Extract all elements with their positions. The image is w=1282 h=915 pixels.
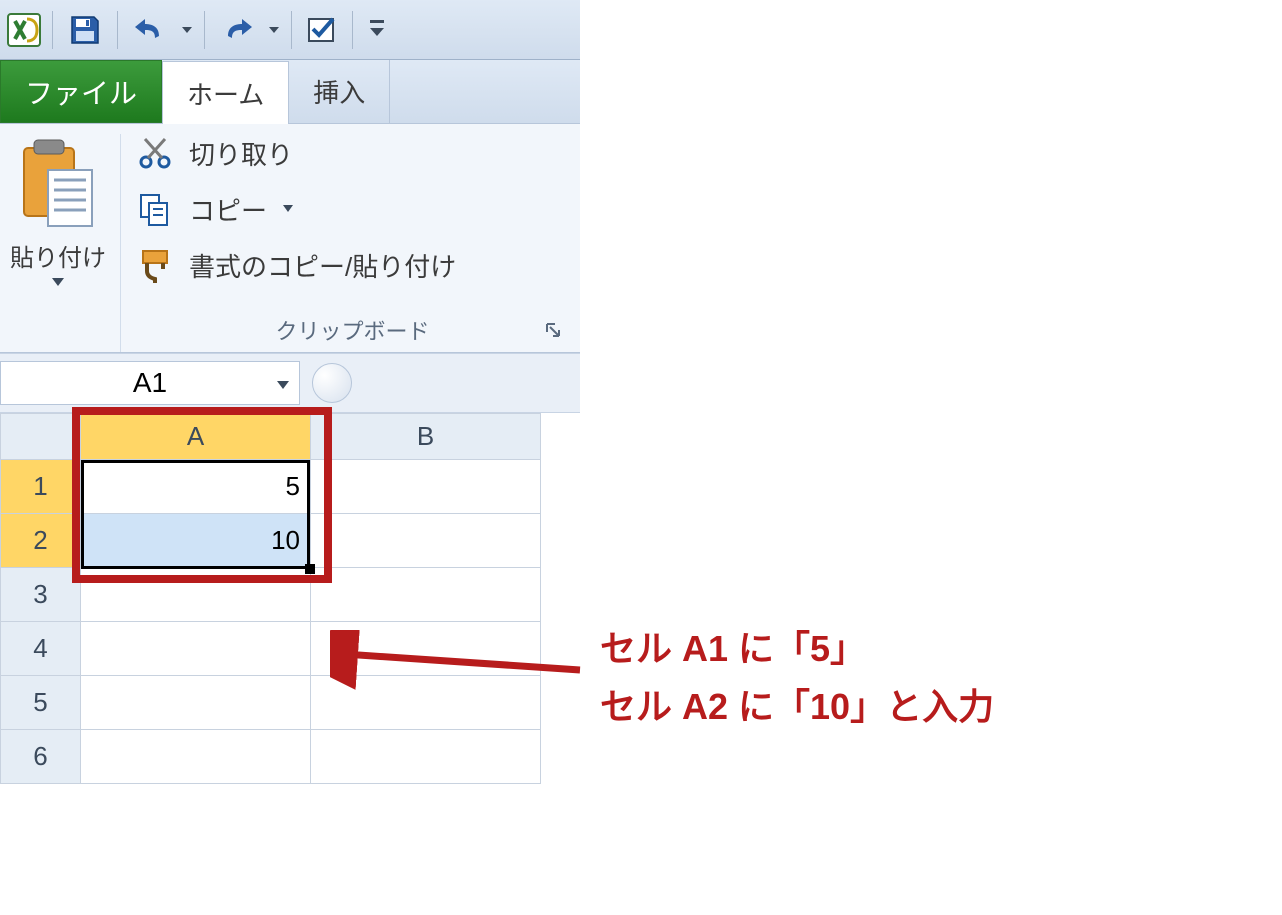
chevron-down-icon	[275, 378, 291, 392]
excel-logo-icon	[6, 12, 42, 48]
chevron-down-icon	[267, 23, 281, 37]
cell-A6[interactable]	[81, 730, 311, 784]
cell-A2[interactable]: 10	[81, 514, 311, 568]
copy-button[interactable]: コピー	[135, 190, 570, 228]
annotation-line-1: セル A1 に「5」	[600, 620, 994, 678]
scissors-icon	[135, 134, 175, 172]
paste-button[interactable]	[13, 134, 103, 234]
tab-insert[interactable]: 挿入	[289, 60, 390, 123]
separator	[291, 11, 292, 49]
dialog-launcher-icon	[544, 321, 562, 339]
paintbrush-icon	[135, 246, 175, 284]
redo-button[interactable]	[215, 10, 259, 50]
copy-label: コピー	[189, 191, 267, 228]
cell-A3[interactable]	[81, 568, 311, 622]
separator	[117, 11, 118, 49]
name-box[interactable]: A1	[0, 361, 300, 405]
copy-icon	[135, 190, 175, 228]
format-painter-label: 書式のコピー/貼り付け	[189, 247, 456, 284]
formula-bar-row: A1	[0, 353, 580, 413]
quick-access-toolbar	[0, 0, 580, 60]
column-header-A[interactable]: A	[81, 414, 311, 460]
chevron-down-icon	[281, 203, 295, 215]
row-header-2[interactable]: 2	[1, 514, 81, 568]
cut-label: 切り取り	[189, 135, 293, 172]
clipboard-group: 切り取り コピー	[121, 134, 570, 352]
column-header-B[interactable]: B	[311, 414, 541, 460]
save-icon	[68, 13, 102, 47]
check-icon	[307, 15, 337, 45]
cell-B2[interactable]	[311, 514, 541, 568]
tab-overflow	[390, 60, 580, 123]
ribbon-body: 貼り付け 切り取り	[0, 124, 580, 353]
annotation-text: セル A1 に「5」 セル A2 に「10」と入力	[600, 620, 994, 735]
save-button[interactable]	[63, 10, 107, 50]
chevron-down-icon	[180, 23, 194, 37]
row-header-4[interactable]: 4	[1, 622, 81, 676]
separator	[52, 11, 53, 49]
customize-icon	[368, 18, 386, 42]
worksheet-grid[interactable]: A B 1 5 2 10 3 4	[0, 413, 541, 784]
row-header-1[interactable]: 1	[1, 460, 81, 514]
annotation-line-2: セル A2 に「10」と入力	[600, 678, 994, 736]
cell-A1[interactable]: 5	[81, 460, 311, 514]
tab-file[interactable]: ファイル	[0, 60, 162, 123]
separator	[204, 11, 205, 49]
paste-group: 貼り付け	[10, 134, 121, 352]
name-box-value: A1	[133, 367, 167, 399]
undo-button[interactable]	[128, 10, 172, 50]
format-painter-button[interactable]: 書式のコピー/貼り付け	[135, 246, 570, 284]
undo-icon	[133, 16, 167, 44]
paste-dropdown[interactable]	[50, 275, 66, 293]
cell-B4[interactable]	[311, 622, 541, 676]
cell-B1[interactable]	[311, 460, 541, 514]
cut-button[interactable]: 切り取り	[135, 134, 570, 172]
paste-icon	[18, 136, 98, 232]
separator	[352, 11, 353, 49]
cell-B3[interactable]	[311, 568, 541, 622]
cell-A5[interactable]	[81, 676, 311, 730]
checkbox-button[interactable]	[302, 10, 342, 50]
chevron-down-icon	[50, 276, 66, 288]
row-header-3[interactable]: 3	[1, 568, 81, 622]
excel-window: ファイル ホーム 挿入 貼り付け	[0, 0, 580, 784]
cell-B6[interactable]	[311, 730, 541, 784]
tab-home[interactable]: ホーム	[162, 61, 289, 124]
insert-function-button[interactable]	[312, 363, 352, 403]
paste-label: 貼り付け	[10, 238, 106, 273]
ribbon-tabs: ファイル ホーム 挿入	[0, 60, 580, 124]
select-all-corner[interactable]	[1, 414, 81, 460]
redo-dropdown[interactable]	[265, 23, 281, 37]
row-header-6[interactable]: 6	[1, 730, 81, 784]
group-label: クリップボード	[275, 314, 429, 346]
row-header-5[interactable]: 5	[1, 676, 81, 730]
worksheet-area: A B 1 5 2 10 3 4	[0, 413, 580, 784]
qat-customize-button[interactable]	[363, 10, 391, 50]
dialog-launcher-button[interactable]	[542, 319, 564, 341]
redo-icon	[220, 16, 254, 44]
name-box-dropdown[interactable]	[275, 367, 291, 399]
cell-B5[interactable]	[311, 676, 541, 730]
undo-dropdown[interactable]	[178, 23, 194, 37]
cell-A4[interactable]	[81, 622, 311, 676]
